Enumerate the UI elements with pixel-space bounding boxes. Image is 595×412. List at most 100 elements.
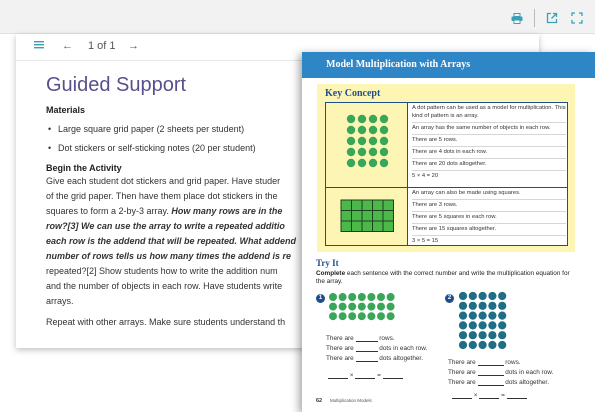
answer-blank[interactable] bbox=[477, 385, 504, 386]
array-dot bbox=[357, 147, 367, 157]
array-square bbox=[351, 220, 363, 232]
key-concept-panel: Key Concept A dot pattern can be used as… bbox=[317, 84, 575, 252]
answer-blank[interactable] bbox=[477, 365, 504, 366]
answer-blank[interactable] bbox=[355, 341, 378, 342]
array-square bbox=[382, 210, 394, 222]
array-dot bbox=[357, 293, 366, 301]
array-dot bbox=[348, 312, 357, 321]
factor-blank[interactable] bbox=[355, 378, 376, 379]
array-dot bbox=[329, 302, 337, 311]
list-item: Large square grid paper (2 sheets per st… bbox=[46, 124, 336, 134]
printer-icon[interactable] bbox=[509, 10, 525, 26]
array-dot bbox=[458, 301, 468, 310]
array-square bbox=[372, 199, 384, 211]
array-dot bbox=[468, 340, 477, 350]
answer-blank[interactable] bbox=[355, 361, 378, 362]
concept-line: An array has the same number of objects … bbox=[412, 125, 566, 135]
concept-line: There are 15 squares altogether. bbox=[412, 226, 566, 236]
question-1-line-3: There are dots altogether. bbox=[326, 355, 423, 362]
array-dot bbox=[488, 311, 497, 320]
array-dot bbox=[458, 340, 468, 350]
array-dot bbox=[386, 302, 395, 311]
square-array bbox=[340, 199, 394, 232]
repeat-paragraph: Repeat with other arrays. Make sure stud… bbox=[46, 317, 286, 327]
page-header: Model Multiplication with Arrays bbox=[302, 52, 595, 78]
array-dot bbox=[498, 331, 507, 340]
concept-line: There are 4 dots in each row. bbox=[412, 149, 566, 159]
concept-text: An array can also be made using squares.… bbox=[412, 190, 566, 249]
array-dot bbox=[368, 136, 378, 146]
concept-line: There are 5 squares in each row. bbox=[412, 214, 566, 224]
product-blank[interactable] bbox=[382, 378, 403, 379]
array-dot bbox=[468, 331, 477, 340]
paragraph-line: and the number of objects in each row. H… bbox=[46, 281, 283, 291]
array-dot bbox=[338, 312, 347, 321]
activity-paragraph: Give each student dot stickers and grid … bbox=[46, 174, 336, 309]
external-link-icon[interactable] bbox=[544, 10, 560, 26]
concept-equation: 5 × 4 = 20 bbox=[412, 172, 439, 179]
array-dot bbox=[488, 291, 497, 301]
question-1-equation: × = bbox=[328, 372, 403, 379]
factor-blank[interactable] bbox=[479, 398, 500, 399]
array-dot bbox=[346, 125, 356, 135]
answer-blank[interactable] bbox=[477, 375, 504, 376]
factor-blank[interactable] bbox=[452, 398, 472, 399]
sentence-end: rows. bbox=[379, 335, 395, 342]
paragraph-line: arrays. bbox=[46, 296, 74, 306]
array-square bbox=[372, 210, 384, 222]
answer-blank[interactable] bbox=[355, 351, 378, 352]
sentence-end: dots in each row. bbox=[379, 345, 428, 352]
question-1-badge: 1 bbox=[316, 294, 325, 303]
array-dot bbox=[357, 136, 367, 146]
arrow-left-icon[interactable]: ← bbox=[62, 40, 73, 52]
hamburger-icon[interactable] bbox=[34, 40, 44, 52]
array-square bbox=[361, 199, 373, 211]
product-blank[interactable] bbox=[506, 398, 527, 399]
concept-line: There are 5 rows. bbox=[412, 137, 566, 147]
array-dot bbox=[488, 301, 497, 310]
array-dot bbox=[357, 114, 367, 124]
key-concept-title: Key Concept bbox=[325, 88, 381, 99]
array-dot bbox=[357, 158, 367, 168]
page-title: Guided Support bbox=[46, 74, 187, 96]
times-sign: × bbox=[349, 372, 354, 379]
page-indicator: 1 of 1 bbox=[88, 40, 116, 52]
array-dot bbox=[338, 302, 347, 311]
question-2-line-3: There are dots altogether. bbox=[448, 379, 549, 386]
factor-blank[interactable] bbox=[328, 378, 348, 379]
paragraph-line: of the grid paper. Then have them place … bbox=[46, 191, 278, 201]
array-dot bbox=[478, 340, 487, 350]
paragraph-line: Give each student dot stickers and grid … bbox=[46, 176, 281, 186]
question-1-line-1: There are rows. bbox=[326, 335, 395, 342]
bold-question: row?[3] bbox=[46, 221, 79, 231]
array-dot bbox=[377, 302, 385, 311]
toolbar-divider bbox=[534, 9, 535, 27]
array-dot bbox=[386, 312, 395, 321]
array-dot bbox=[498, 321, 507, 330]
expand-icon[interactable] bbox=[569, 10, 585, 26]
paragraph-line: row?[3] We can use the array to write a … bbox=[46, 219, 336, 234]
concept-equation: 3 × 5 = 15 bbox=[412, 238, 439, 244]
arrow-right-icon[interactable]: → bbox=[128, 40, 139, 52]
array-dot bbox=[468, 301, 477, 310]
concept-line: A dot pattern can be used as a model for… bbox=[412, 105, 566, 123]
array-dot bbox=[498, 340, 507, 350]
array-dot bbox=[357, 125, 367, 135]
array-dot bbox=[478, 331, 487, 340]
array-dot bbox=[367, 293, 376, 301]
array-square bbox=[382, 199, 394, 211]
sentence-start: There are bbox=[448, 359, 476, 366]
concept-line: There are 20 dots altogether. bbox=[412, 161, 566, 171]
array-square bbox=[351, 199, 363, 211]
app-topbar bbox=[0, 0, 595, 34]
array-dot bbox=[379, 158, 389, 168]
sentence-start: There are bbox=[448, 369, 476, 376]
array-dot bbox=[386, 293, 395, 301]
question-2-dot-array bbox=[458, 291, 507, 350]
dot-array bbox=[346, 114, 389, 168]
bold-question: We can use the array to write a repeated… bbox=[81, 221, 285, 231]
array-dot bbox=[367, 312, 376, 321]
array-dot bbox=[468, 291, 477, 301]
topbar-actions bbox=[509, 9, 585, 27]
sentence-start: There are bbox=[326, 335, 354, 342]
